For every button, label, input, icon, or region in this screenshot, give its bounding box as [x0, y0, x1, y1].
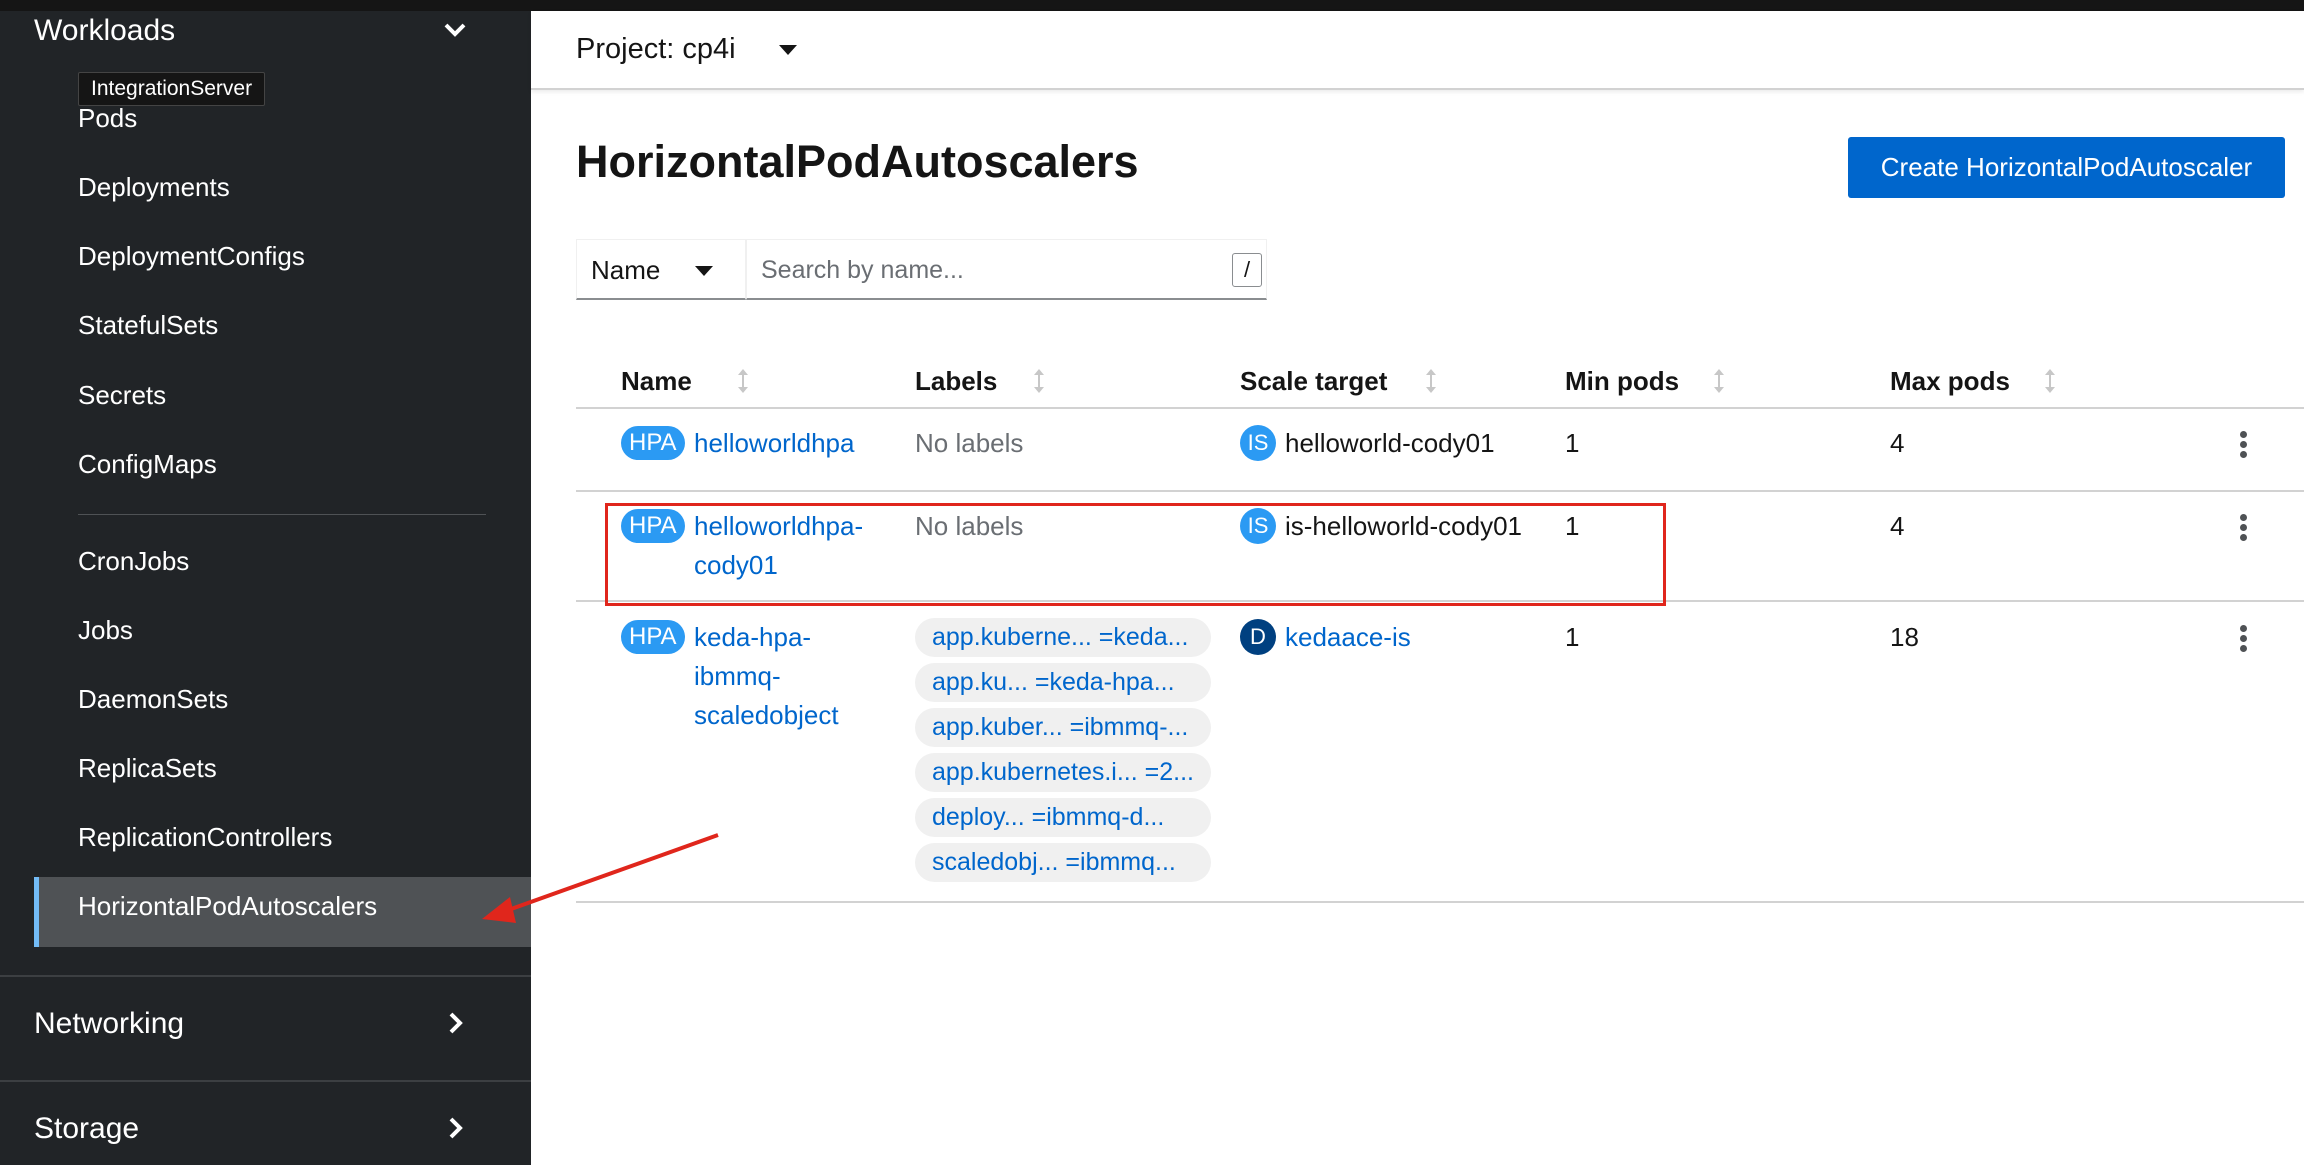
top-bar	[0, 0, 2304, 11]
hpa-name-link[interactable]: helloworldhpa	[694, 424, 854, 463]
labels-empty: No labels	[915, 428, 1024, 458]
create-hpa-button[interactable]: Create HorizontalPodAutoscaler	[1848, 137, 2285, 198]
label-chip[interactable]: app.kubernetes.i... =2...	[915, 753, 1211, 792]
min-pods: 1	[1565, 622, 1580, 652]
hpa-name-link-line3[interactable]: scaledobject	[694, 696, 839, 735]
column-header-labels[interactable]: Labels	[915, 366, 997, 397]
scale-target-link[interactable]: kedaace-is	[1285, 618, 1411, 657]
sidebar-item-replicationcontrollers[interactable]: ReplicationControllers	[78, 822, 332, 853]
sidebar-section-divider	[0, 1080, 531, 1082]
max-pods: 4	[1890, 511, 1905, 541]
project-bar: Project: cp4i	[531, 11, 2304, 90]
kebab-menu-icon[interactable]	[2238, 625, 2248, 653]
resource-badge: HPA	[621, 426, 685, 460]
chevron-right-icon[interactable]	[440, 1113, 470, 1143]
target-kind-badge: IS	[1240, 425, 1276, 461]
filter-type-label: Name	[591, 255, 661, 285]
sort-icon[interactable]	[2042, 367, 2058, 395]
sidebar-item-configmaps[interactable]: ConfigMaps	[78, 449, 217, 480]
sidebar-nav: Workloads Pods IntegrationServer Deploym…	[0, 11, 531, 1165]
sort-icon[interactable]	[1711, 367, 1727, 395]
label-chip[interactable]: scaledobj... =ibmmq...	[915, 843, 1211, 882]
target-kind-badge: D	[1240, 619, 1276, 655]
column-header-max-pods[interactable]: Max pods	[1890, 366, 2010, 397]
annotation-highlight-box	[605, 503, 1666, 606]
nav-section-workloads[interactable]: Workloads	[34, 14, 175, 48]
search-input[interactable]	[761, 254, 1201, 286]
label-chip[interactable]: app.ku... =keda-hpa...	[915, 663, 1211, 702]
chevron-right-icon[interactable]	[440, 1008, 470, 1038]
sidebar-divider	[78, 514, 486, 515]
label-chip[interactable]: app.kuberne... =keda...	[915, 618, 1211, 657]
sidebar-item-deployments[interactable]: Deployments	[78, 172, 230, 203]
column-header-scale-target[interactable]: Scale target	[1240, 366, 1387, 397]
search-field[interactable]: /	[746, 239, 1267, 300]
sidebar-item-deploymentconfigs[interactable]: DeploymentConfigs	[78, 241, 305, 272]
sort-icon[interactable]	[1423, 367, 1439, 395]
kebab-menu-icon[interactable]	[2238, 514, 2248, 542]
keyboard-shortcut-hint: /	[1232, 253, 1262, 287]
sidebar-item-secrets[interactable]: Secrets	[78, 380, 166, 411]
annotation-arrow	[482, 833, 719, 923]
hpa-name-link-line2[interactable]: ibmmq-	[694, 657, 781, 696]
chevron-down-icon[interactable]	[440, 15, 470, 45]
sidebar-item-pods[interactable]: Pods	[78, 103, 137, 134]
tooltip: IntegrationServer	[78, 72, 266, 106]
nav-section-networking[interactable]: Networking	[34, 1007, 184, 1041]
column-header-min-pods[interactable]: Min pods	[1565, 366, 1679, 397]
resource-badge: HPA	[621, 620, 685, 654]
scale-target: helloworld-cody01	[1285, 428, 1495, 458]
max-pods: 18	[1890, 622, 1919, 652]
sidebar-item-jobs[interactable]: Jobs	[78, 615, 133, 646]
project-selector[interactable]: Project: cp4i	[576, 33, 736, 66]
kebab-menu-icon[interactable]	[2238, 431, 2248, 459]
page-title: HorizontalPodAutoscalers	[576, 136, 1139, 187]
caret-down-icon	[695, 266, 713, 276]
table-row-divider	[576, 901, 2304, 903]
sidebar-section-divider	[0, 975, 531, 977]
label-chip[interactable]: deploy... =ibmmq-d...	[915, 798, 1211, 837]
column-header-name[interactable]: Name	[621, 366, 692, 397]
sidebar-item-statefulsets[interactable]: StatefulSets	[78, 310, 218, 341]
label-chip[interactable]: app.kuber... =ibmmq-...	[915, 708, 1211, 747]
min-pods: 1	[1565, 428, 1580, 458]
sidebar-item-daemonsets[interactable]: DaemonSets	[78, 684, 228, 715]
table-row-divider	[576, 490, 2304, 492]
sidebar-item-replicasets[interactable]: ReplicaSets	[78, 753, 217, 784]
sort-icon[interactable]	[1031, 367, 1047, 395]
nav-section-storage[interactable]: Storage	[34, 1112, 139, 1146]
sort-icon[interactable]	[735, 367, 751, 395]
sidebar-active-indicator	[34, 877, 39, 947]
sidebar-item-cronjobs[interactable]: CronJobs	[78, 546, 189, 577]
main-content: Project: cp4i HorizontalPodAutoscalers C…	[531, 11, 2304, 1165]
table-row-divider	[576, 407, 2304, 409]
filter-type-dropdown[interactable]: Name	[576, 239, 746, 300]
hpa-name-link[interactable]: keda-hpa-	[694, 618, 811, 657]
sidebar-item-horizontalpodautoscalers[interactable]: HorizontalPodAutoscalers	[78, 891, 377, 922]
max-pods: 4	[1890, 428, 1905, 458]
caret-down-icon[interactable]	[779, 45, 797, 55]
